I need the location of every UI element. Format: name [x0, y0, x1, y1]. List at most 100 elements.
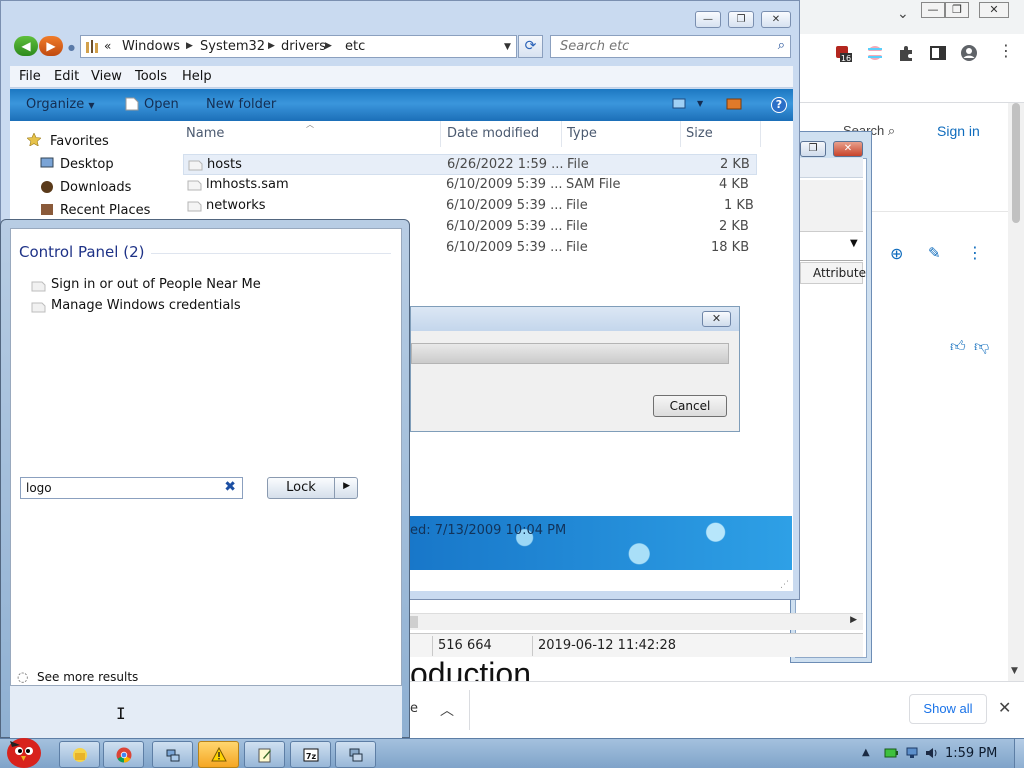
see-more-results-link[interactable]: See more results: [37, 670, 138, 684]
nav-recent-places[interactable]: Recent Places: [60, 203, 150, 218]
breadcrumb-system32[interactable]: System32: [200, 36, 265, 57]
address-dropdown-icon[interactable]: ▼: [504, 37, 511, 58]
new-folder-button[interactable]: New folder: [206, 97, 276, 112]
breadcrumb-etc[interactable]: etc: [345, 36, 365, 57]
thumbs-down-icon[interactable]: 👎︎: [974, 337, 989, 356]
search-etc-box[interactable]: ⌕: [550, 35, 791, 58]
profile-avatar-icon[interactable]: [960, 44, 978, 62]
taskbar-notepad-button[interactable]: [244, 741, 285, 768]
download-close-icon[interactable]: ✕: [998, 698, 1011, 717]
download-caret-icon[interactable]: ︿: [440, 700, 454, 720]
scroll-down-arrow-icon[interactable]: ▼: [1011, 666, 1018, 676]
thumbs-up-icon[interactable]: 👍︎: [950, 337, 966, 356]
network-tray-icon[interactable]: [905, 747, 919, 759]
flag-extension-icon[interactable]: [866, 44, 884, 62]
close-button[interactable]: ✕: [979, 2, 1009, 18]
start-button-bird-icon[interactable]: [2, 731, 44, 768]
menu-edit[interactable]: Edit: [54, 69, 79, 84]
address-bar[interactable]: « Windows ▶ System32 ▶ drivers ▶ etc ▼: [80, 35, 517, 58]
dropdown-arrow-icon[interactable]: ▼: [850, 238, 858, 249]
menu-view[interactable]: View: [91, 69, 122, 84]
nav-favorites[interactable]: Favorites: [50, 134, 109, 149]
help-icon[interactable]: ?: [771, 97, 787, 113]
start-search-input[interactable]: [21, 478, 211, 498]
column-type[interactable]: Type: [567, 126, 597, 141]
show-all-button[interactable]: Show all: [909, 694, 987, 724]
menu-help[interactable]: Help: [182, 69, 212, 84]
breadcrumb-separator-icon[interactable]: ▶: [325, 36, 332, 57]
attribute-column-header[interactable]: Attribute: [800, 262, 866, 284]
lock-button[interactable]: Lock ▶: [267, 477, 358, 499]
results-category-heading[interactable]: Control Panel (2): [19, 243, 144, 261]
view-dropdown-icon[interactable]: ▼: [697, 99, 703, 108]
column-size[interactable]: Size: [686, 126, 713, 141]
taskbar-warning-button[interactable]: [198, 741, 239, 768]
dialog-close-button[interactable]: ✕: [702, 311, 731, 327]
restore-button[interactable]: ❐: [945, 2, 969, 18]
sign-in-link[interactable]: Sign in: [937, 123, 980, 139]
open-button[interactable]: Open: [144, 97, 179, 112]
scrollbar-thumb[interactable]: [410, 616, 418, 628]
taskbar-7zip-button[interactable]: 7z: [290, 741, 331, 768]
file-row[interactable]: networks 6/10/2009 5:39 ... File 1 KB: [183, 196, 757, 217]
resize-grip-icon[interactable]: ⋰: [780, 580, 789, 590]
breadcrumb-separator-icon[interactable]: ▶: [186, 36, 193, 57]
taskbar-explorer-button[interactable]: [59, 741, 100, 768]
breadcrumb-separator-icon[interactable]: ▶: [268, 36, 275, 57]
extension-badge-icon[interactable]: 16: [834, 44, 852, 62]
change-view-icon[interactable]: [672, 97, 688, 111]
show-desktop-button[interactable]: [1014, 739, 1024, 768]
preview-pane-icon[interactable]: [726, 97, 742, 111]
battery-tray-icon[interactable]: [884, 747, 898, 759]
back-arrow-icon[interactable]: ◀: [14, 36, 38, 56]
forward-arrow-icon[interactable]: ▶: [39, 36, 63, 56]
nav-downloads[interactable]: Downloads: [60, 180, 131, 195]
properties-close-button[interactable]: ✕: [833, 141, 863, 157]
result-people-near-me[interactable]: Sign in or out of People Near Me: [51, 277, 261, 292]
page-scrollbar[interactable]: [1008, 103, 1024, 681]
extensions-puzzle-icon[interactable]: [897, 44, 915, 62]
horizontal-scrollbar[interactable]: ▶: [410, 613, 863, 630]
taskbar-clock[interactable]: 1:59 PM: [945, 746, 997, 761]
volume-tray-icon[interactable]: [925, 747, 939, 759]
tab-search-chevron-icon[interactable]: ⌄: [897, 6, 909, 22]
menu-tools[interactable]: Tools: [135, 69, 167, 84]
column-name[interactable]: Name: [186, 126, 224, 141]
taskbar-network-button[interactable]: [152, 741, 193, 768]
lock-button-label[interactable]: Lock: [268, 478, 335, 498]
explorer-close-button[interactable]: ✕: [761, 11, 791, 28]
properties-restore-button[interactable]: ❐: [800, 141, 826, 157]
explorer-minimize-button[interactable]: —: [695, 11, 721, 28]
menu-file[interactable]: File: [19, 69, 41, 84]
organize-button[interactable]: Organize ▼: [26, 97, 95, 112]
scroll-right-arrow-icon[interactable]: ▶: [850, 615, 857, 625]
taskbar-chrome-button[interactable]: [103, 741, 144, 768]
search-icon[interactable]: ⌕: [778, 38, 785, 53]
scrollbar-thumb[interactable]: [1012, 103, 1020, 223]
result-windows-credentials[interactable]: Manage Windows credentials: [51, 298, 241, 313]
browser-menu-icon[interactable]: ⋮: [998, 43, 1014, 59]
breadcrumb-drivers[interactable]: drivers: [281, 36, 326, 57]
refresh-icon[interactable]: ⟳: [518, 35, 543, 58]
show-hidden-icons-arrow[interactable]: ▲: [862, 747, 870, 758]
taskbar-network-tool-button[interactable]: [335, 741, 376, 768]
side-panel-icon[interactable]: [929, 44, 947, 62]
breadcrumb-overflow[interactable]: «: [104, 36, 111, 57]
start-search-box[interactable]: ✖: [20, 477, 243, 499]
shutdown-options-arrow-icon[interactable]: ▶: [343, 481, 350, 491]
search-etc-input[interactable]: [551, 36, 751, 57]
breadcrumb-windows[interactable]: Windows: [122, 36, 180, 57]
recent-pages-icon[interactable]: ●: [68, 43, 75, 52]
add-icon[interactable]: ⊕: [890, 244, 903, 263]
edit-pencil-icon[interactable]: ✎: [928, 244, 941, 262]
explorer-maximize-button[interactable]: ❐: [728, 11, 754, 28]
column-date-modified[interactable]: Date modified: [447, 126, 539, 141]
clear-search-icon[interactable]: ✖: [224, 479, 236, 495]
nav-desktop[interactable]: Desktop: [60, 157, 114, 172]
minimize-button[interactable]: —: [921, 2, 945, 18]
download-item-label[interactable]: e: [410, 701, 418, 716]
more-options-icon[interactable]: ⋮: [967, 245, 983, 261]
file-row[interactable]: hosts 6/26/2022 1:59 ... File 2 KB: [183, 154, 757, 175]
cancel-button[interactable]: Cancel: [653, 395, 727, 417]
file-row[interactable]: lmhosts.sam 6/10/2009 5:39 ... SAM File …: [183, 175, 757, 196]
